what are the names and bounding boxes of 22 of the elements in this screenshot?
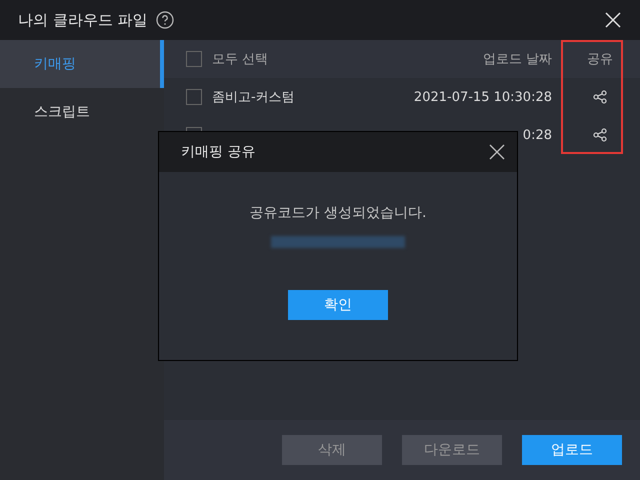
- table-cell: 0:28: [522, 128, 552, 142]
- close-icon[interactable]: [604, 11, 622, 29]
- sidebar-item[interactable]: 키매핑: [0, 40, 164, 88]
- share-icon[interactable]: [593, 128, 607, 142]
- action-button[interactable]: 다운로드: [402, 435, 502, 465]
- checkbox[interactable]: [186, 51, 202, 67]
- dialog-message: 공유코드가 생성되었습니다.: [250, 204, 426, 222]
- confirm-button[interactable]: 확인: [288, 290, 388, 320]
- checkbox[interactable]: [186, 89, 202, 105]
- action-button[interactable]: 업로드: [522, 435, 622, 465]
- select-all-label: 모두 선택: [212, 51, 270, 68]
- column-header: 공유: [586, 51, 614, 68]
- action-button[interactable]: 삭제: [282, 435, 382, 465]
- table-cell: 2021-07-15 10:30:28: [414, 90, 552, 104]
- dialog-title: 키매핑 공유: [181, 143, 256, 161]
- table-cell: 좀비고-커스텀: [212, 90, 295, 105]
- close-icon[interactable]: [489, 144, 505, 160]
- help-icon[interactable]: [156, 11, 174, 29]
- sidebar-item[interactable]: 스크립트: [0, 88, 164, 136]
- column-header: 업로드 날짜: [482, 51, 553, 68]
- share-icon[interactable]: [593, 90, 607, 104]
- window-title: 나의 클라우드 파일: [18, 10, 148, 30]
